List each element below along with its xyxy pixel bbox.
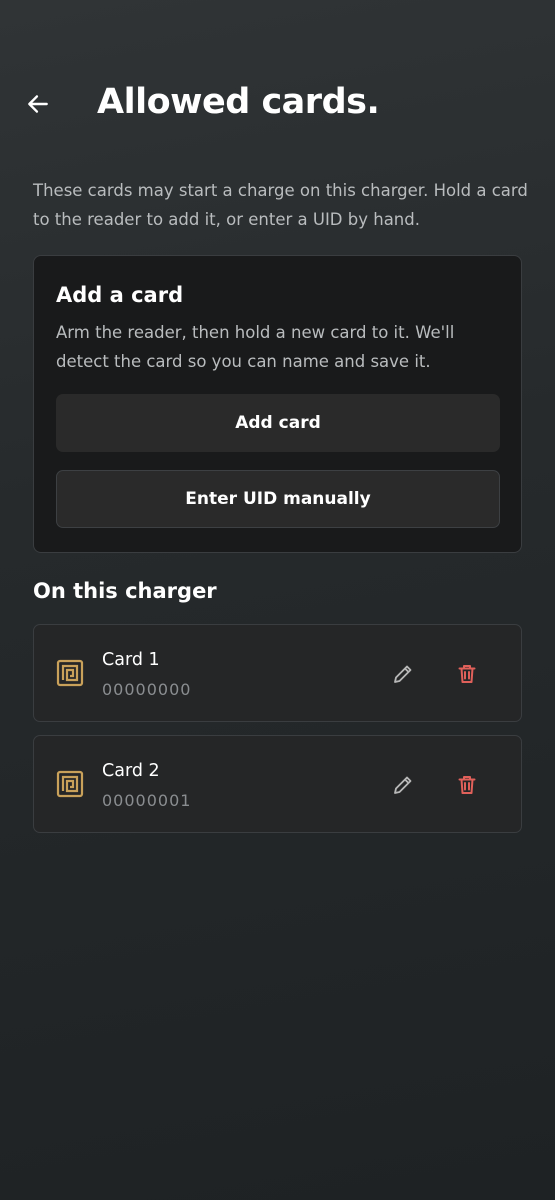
edit-card-button[interactable]	[386, 657, 420, 691]
add-card-description: Arm the reader, then hold a new card to …	[56, 323, 455, 371]
edit-card-button[interactable]	[386, 768, 420, 802]
card-uid: 00000001	[102, 791, 192, 810]
delete-card-button[interactable]	[450, 768, 484, 802]
add-card-title: Add a card	[56, 283, 184, 307]
page-header: Allowed cards.	[0, 72, 555, 136]
card-list-item: Card 2 00000001	[33, 735, 522, 833]
pencil-icon	[394, 776, 412, 794]
add-card-panel: Add a card Arm the reader, then hold a n…	[33, 255, 522, 553]
trash-icon	[458, 665, 476, 683]
arrow-left-icon	[28, 95, 48, 113]
back-button[interactable]	[20, 86, 56, 122]
add-card-button[interactable]: Add card	[56, 394, 500, 452]
card-uid: 00000000	[102, 680, 192, 699]
nfc-card-icon	[56, 770, 84, 798]
card-list-item: Card 1 00000000	[33, 624, 522, 722]
trash-icon	[458, 776, 476, 794]
intro-text: These cards may start a charge on this c…	[33, 181, 528, 229]
section-title: On this charger	[33, 579, 217, 603]
enter-uid-manually-button[interactable]: Enter UID manually	[56, 470, 500, 528]
nfc-card-icon	[56, 659, 84, 687]
card-name: Card 2	[102, 761, 160, 781]
page-title: Allowed cards.	[97, 82, 380, 122]
pencil-icon	[394, 665, 412, 683]
card-name: Card 1	[102, 650, 160, 670]
delete-card-button[interactable]	[450, 657, 484, 691]
